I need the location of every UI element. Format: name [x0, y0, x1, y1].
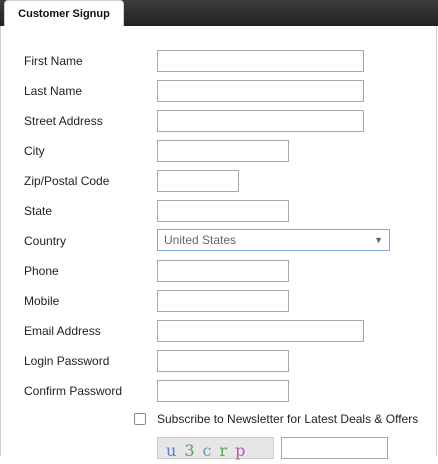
last-name-input[interactable] [157, 80, 364, 102]
captcha-image: u3crp [157, 437, 274, 460]
phone-input[interactable] [157, 260, 289, 282]
login-password-input[interactable] [157, 350, 289, 372]
phone-label: Phone [24, 264, 59, 278]
mobile-label: Mobile [24, 294, 60, 308]
confirm-password-label: Confirm Password [24, 384, 123, 398]
first-name-input[interactable] [157, 50, 364, 72]
captcha-char: u [166, 441, 185, 460]
chevron-down-icon: ▼ [374, 235, 383, 245]
city-input[interactable] [157, 140, 289, 162]
zip-input[interactable] [157, 170, 239, 192]
tab-customer-signup[interactable]: Customer Signup [4, 0, 124, 27]
login-password-label: Login Password [24, 354, 110, 368]
email-input[interactable] [157, 320, 364, 342]
last-name-label: Last Name [24, 84, 83, 98]
newsletter-label[interactable]: Subscribe to Newsletter for Latest Deals… [157, 409, 418, 429]
country-select[interactable]: United States ▼ [157, 229, 390, 251]
city-label: City [24, 144, 45, 158]
street-address-input[interactable] [157, 110, 364, 132]
confirm-password-input[interactable] [157, 380, 289, 402]
newsletter-checkbox[interactable] [134, 413, 146, 425]
street-address-label: Street Address [24, 114, 103, 128]
state-input[interactable] [157, 200, 289, 222]
country-selected-value: United States [164, 233, 237, 247]
zip-label: Zip/Postal Code [24, 174, 110, 188]
captcha-char: c [202, 441, 220, 460]
state-label: State [24, 204, 53, 218]
mobile-input[interactable] [157, 290, 289, 312]
captcha-char: r [219, 441, 236, 460]
captcha-char: p [235, 441, 254, 460]
first-name-label: First Name [24, 54, 83, 68]
country-label: Country [24, 234, 67, 248]
tab-bar: Customer Signup [0, 0, 438, 27]
captcha-char: 3 [184, 441, 203, 460]
email-label: Email Address [24, 324, 101, 338]
captcha-input[interactable] [281, 437, 388, 459]
